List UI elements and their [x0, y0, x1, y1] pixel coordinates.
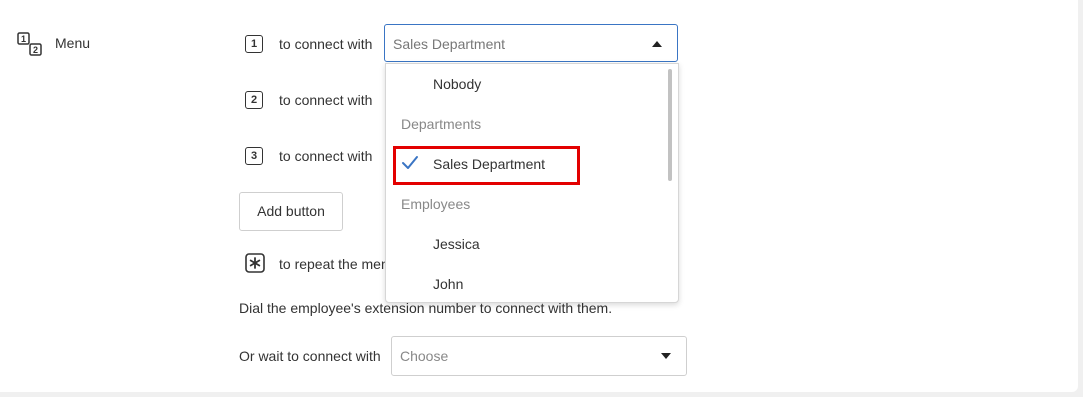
option-john[interactable]: John — [433, 276, 463, 292]
selection-highlight-box — [393, 146, 580, 185]
add-button[interactable]: Add button — [239, 192, 343, 231]
wait-label: Or wait to connect with — [239, 348, 381, 364]
connect-select-1-value: Sales Department — [393, 36, 506, 52]
row-1-label: to connect with — [279, 36, 373, 52]
svg-text:1: 1 — [21, 34, 26, 44]
group-header-employees: Employees — [401, 196, 471, 212]
numbered-menu-icon: 1 2 — [17, 32, 42, 56]
menu-label: Menu — [55, 35, 91, 51]
row-3-label: to connect with — [279, 148, 373, 164]
asterisk-icon — [245, 253, 265, 273]
chevron-up-icon — [652, 41, 662, 47]
option-jessica[interactable]: Jessica — [433, 236, 480, 252]
repeat-label: to repeat the menu — [279, 256, 397, 272]
key-2-icon: 2 — [245, 91, 263, 109]
connect-select-1[interactable]: Sales Department — [384, 24, 678, 62]
group-header-departments: Departments — [401, 116, 482, 132]
option-nobody[interactable]: Nobody — [433, 76, 481, 92]
key-3-icon: 3 — [245, 147, 263, 165]
row-2-label: to connect with — [279, 92, 373, 108]
dropdown-scrollbar[interactable] — [668, 69, 672, 181]
settings-panel: 1 2 Menu 1 to connect with 2 to connect … — [0, 0, 1078, 392]
svg-text:2: 2 — [33, 45, 38, 55]
key-1-icon: 1 — [245, 35, 263, 53]
wait-select-placeholder: Choose — [400, 348, 449, 364]
chevron-down-icon — [661, 353, 671, 359]
wait-select[interactable]: Choose — [391, 336, 687, 376]
